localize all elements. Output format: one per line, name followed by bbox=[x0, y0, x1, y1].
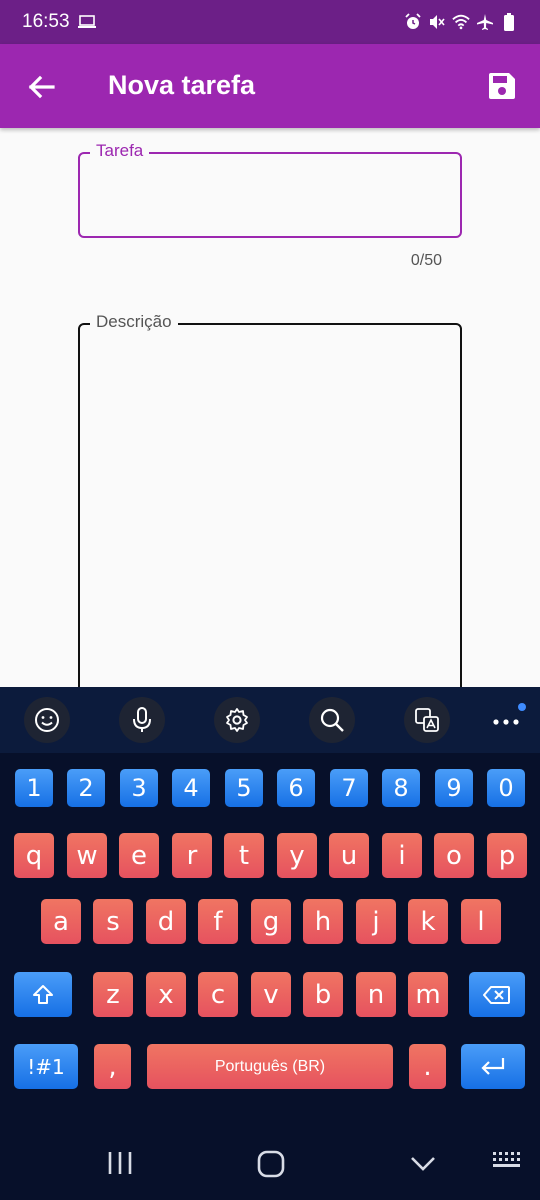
key-i[interactable]: i bbox=[382, 833, 422, 878]
settings-icon bbox=[226, 708, 248, 732]
search-button[interactable] bbox=[309, 697, 355, 743]
tarefa-label: Tarefa bbox=[90, 141, 150, 161]
descricao-field[interactable]: Descrição bbox=[78, 312, 462, 723]
key-y[interactable]: y bbox=[277, 833, 317, 878]
period-key[interactable]: . bbox=[409, 1044, 446, 1089]
keyboard-switch-button[interactable] bbox=[492, 1150, 522, 1172]
save-icon bbox=[489, 73, 515, 99]
home-button[interactable] bbox=[257, 1150, 285, 1178]
recents-button[interactable] bbox=[107, 1150, 133, 1176]
airplane-icon bbox=[476, 13, 494, 31]
emoji-icon bbox=[35, 708, 59, 732]
key-6[interactable]: 6 bbox=[277, 769, 315, 807]
chevron-down-icon bbox=[411, 1157, 435, 1171]
key-j[interactable]: j bbox=[356, 899, 396, 944]
key-r[interactable]: r bbox=[172, 833, 212, 878]
keyboard-toolbar bbox=[0, 687, 540, 753]
enter-key[interactable] bbox=[461, 1044, 525, 1089]
voice-input-button[interactable] bbox=[119, 697, 165, 743]
space-key[interactable]: Português (BR) bbox=[147, 1044, 393, 1089]
key-c[interactable]: c bbox=[198, 972, 238, 1017]
search-icon bbox=[320, 708, 344, 732]
comma-key[interactable]: , bbox=[94, 1044, 131, 1089]
alarm-icon bbox=[404, 13, 422, 31]
back-button[interactable] bbox=[24, 70, 58, 104]
key-n[interactable]: n bbox=[356, 972, 396, 1017]
backspace-key[interactable] bbox=[469, 972, 525, 1017]
app-bar: Nova tarefa bbox=[0, 44, 540, 128]
recents-icon bbox=[108, 1152, 132, 1174]
microphone-icon bbox=[133, 707, 151, 732]
key-5[interactable]: 5 bbox=[225, 769, 263, 807]
navigation-bar bbox=[0, 1128, 540, 1200]
key-h[interactable]: h bbox=[303, 899, 343, 944]
key-k[interactable]: k bbox=[408, 899, 448, 944]
key-z[interactable]: z bbox=[93, 972, 133, 1017]
key-a[interactable]: a bbox=[41, 899, 81, 944]
notification-dot bbox=[518, 703, 526, 711]
key-q[interactable]: q bbox=[14, 833, 54, 878]
descricao-label: Descrição bbox=[90, 312, 178, 332]
page-title: Nova tarefa bbox=[108, 70, 256, 100]
key-t[interactable]: t bbox=[224, 833, 264, 878]
settings-button[interactable] bbox=[214, 697, 260, 743]
tarefa-counter: 0/50 bbox=[410, 252, 442, 269]
key-7[interactable]: 7 bbox=[330, 769, 368, 807]
tarefa-field[interactable]: Tarefa bbox=[78, 141, 462, 238]
key-v[interactable]: v bbox=[251, 972, 291, 1017]
key-o[interactable]: o bbox=[434, 833, 474, 878]
key-2[interactable]: 2 bbox=[67, 769, 105, 807]
key-l[interactable]: l bbox=[461, 899, 501, 944]
key-s[interactable]: s bbox=[93, 899, 133, 944]
arrow-left-icon bbox=[28, 75, 55, 99]
key-0[interactable]: 0 bbox=[487, 769, 525, 807]
battery-icon bbox=[500, 13, 518, 31]
more-icon bbox=[493, 719, 519, 725]
translate-icon bbox=[415, 708, 439, 732]
key-8[interactable]: 8 bbox=[382, 769, 420, 807]
key-p[interactable]: p bbox=[487, 833, 527, 878]
key-9[interactable]: 9 bbox=[435, 769, 473, 807]
enter-icon bbox=[481, 1057, 505, 1075]
key-3[interactable]: 3 bbox=[120, 769, 158, 807]
keyboard: 1 2 3 4 5 6 7 8 9 0 q w e r t y u i o p … bbox=[0, 687, 540, 1200]
key-g[interactable]: g bbox=[251, 899, 291, 944]
emoji-button[interactable] bbox=[24, 697, 70, 743]
shift-key[interactable] bbox=[14, 972, 72, 1017]
key-m[interactable]: m bbox=[408, 972, 448, 1017]
translate-button[interactable] bbox=[404, 697, 450, 743]
backspace-icon bbox=[483, 985, 510, 1004]
home-icon bbox=[257, 1150, 285, 1178]
key-w[interactable]: w bbox=[67, 833, 107, 878]
key-b[interactable]: b bbox=[303, 972, 343, 1017]
key-1[interactable]: 1 bbox=[15, 769, 53, 807]
key-f[interactable]: f bbox=[198, 899, 238, 944]
wifi-icon bbox=[452, 13, 470, 31]
laptop-icon bbox=[77, 13, 96, 31]
save-button[interactable] bbox=[484, 68, 520, 104]
symbols-key[interactable]: !#1 bbox=[14, 1044, 78, 1089]
key-4[interactable]: 4 bbox=[172, 769, 210, 807]
key-e[interactable]: e bbox=[119, 833, 159, 878]
status-time: 16:53 bbox=[22, 11, 70, 32]
more-options-button[interactable] bbox=[486, 703, 526, 737]
key-d[interactable]: d bbox=[146, 899, 186, 944]
shift-icon bbox=[33, 984, 53, 1004]
mute-icon bbox=[428, 13, 446, 31]
key-u[interactable]: u bbox=[329, 833, 369, 878]
key-x[interactable]: x bbox=[146, 972, 186, 1017]
hide-keyboard-button[interactable] bbox=[410, 1150, 436, 1176]
keyboard-icon bbox=[493, 1152, 520, 1167]
status-bar: 16:53 bbox=[0, 0, 540, 44]
